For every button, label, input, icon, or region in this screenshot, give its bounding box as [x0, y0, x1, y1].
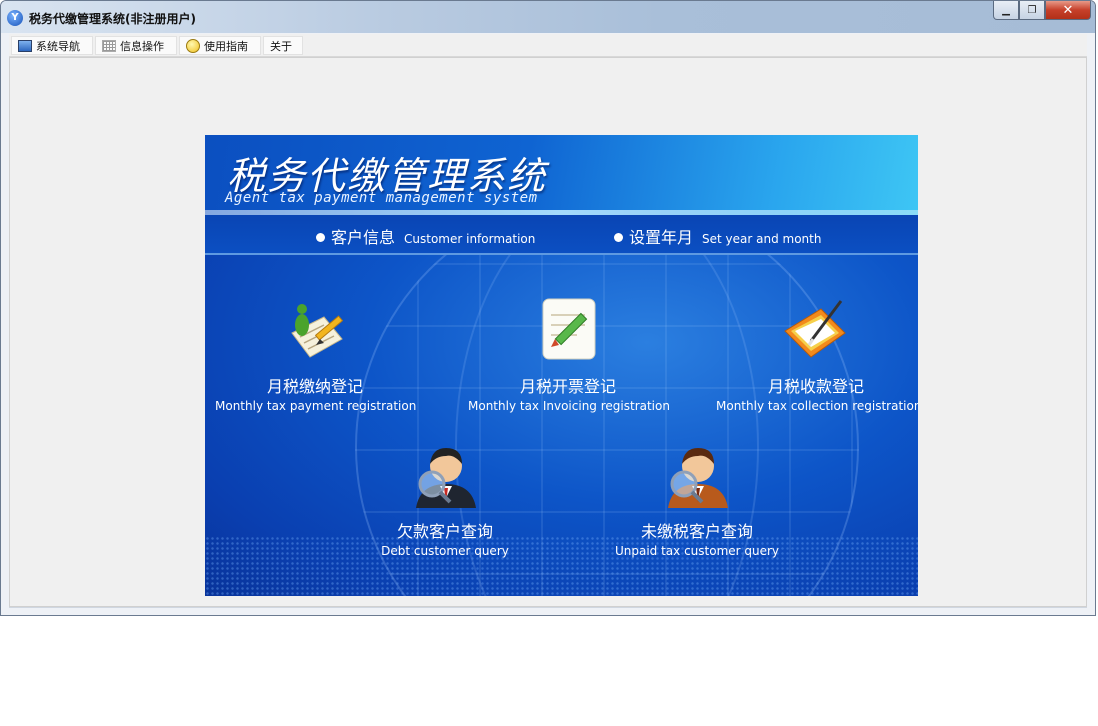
menu-item-info-ops[interactable]: 信息操作 [95, 36, 177, 55]
menu-label: 系统导航 [36, 39, 80, 53]
banner-header: 税务代缴管理系统 Agent tax payment management sy… [205, 135, 918, 215]
debt-customer-search-icon [410, 440, 480, 510]
payment-register-icon [280, 295, 350, 365]
set-year-month-link[interactable]: 设置年月 Set year and month [614, 224, 821, 248]
status-bar [9, 607, 1087, 613]
restore-button[interactable]: ❐ [1019, 1, 1045, 20]
app-logo-icon: Y [7, 10, 23, 26]
tile-en-label: Monthly tax payment registration [215, 399, 417, 413]
tile-en-label: Monthly tax collection registration [716, 399, 918, 413]
tile-payment-registration[interactable]: 月税缴纳登记 Monthly tax payment registration [215, 295, 417, 413]
customer-info-link[interactable]: 客户信息 Customer information [316, 224, 535, 248]
tile-cn-label: 月税缴纳登记 [266, 377, 363, 396]
main-banner: 税务代缴管理系统 Agent tax payment management sy… [205, 135, 918, 596]
banner-subtitle: Agent tax payment management system [225, 190, 538, 206]
invoice-register-icon [533, 295, 603, 365]
menu-label: 信息操作 [120, 39, 164, 53]
nav-window-icon [18, 39, 32, 52]
menu-bar: 系统导航 信息操作 使用指南 关于 [9, 34, 1087, 57]
collection-register-icon [781, 295, 851, 365]
link-en-label: Customer information [404, 232, 536, 246]
tile-en-label: Unpaid tax customer query [614, 544, 780, 558]
title-bar[interactable]: Y 税务代缴管理系统(非注册用户) ▁ ❐ ✕ [1, 1, 1095, 33]
minimize-button[interactable]: ▁ [993, 1, 1019, 20]
quick-link-bar: 客户信息 Customer information 设置年月 Set year … [205, 215, 918, 255]
link-en-label: Set year and month [702, 232, 822, 246]
link-cn-label: 设置年月 [629, 228, 694, 247]
tile-collection-registration[interactable]: 月税收款登记 Monthly tax collection registrati… [716, 295, 918, 413]
menu-item-about[interactable]: 关于 [263, 36, 303, 55]
link-cn-label: 客户信息 [331, 228, 396, 247]
menu-label: 使用指南 [204, 39, 248, 53]
menu-item-user-guide[interactable]: 使用指南 [179, 36, 261, 55]
app-window: Y 税务代缴管理系统(非注册用户) ▁ ❐ ✕ 系统导航 信息操作 使用指南 关… [0, 0, 1096, 616]
close-button[interactable]: ✕ [1045, 1, 1091, 20]
tile-debt-customer-query[interactable]: 欠款客户查询 Debt customer query [345, 440, 545, 558]
grid-icon [102, 39, 116, 52]
bullet-icon [316, 233, 325, 242]
tile-cn-label: 月税开票登记 [519, 377, 616, 396]
tile-en-label: Debt customer query [381, 544, 509, 558]
tile-cn-label: 欠款客户查询 [396, 522, 493, 541]
tile-invoicing-registration[interactable]: 月税开票登记 Monthly tax Invoicing registratio… [468, 295, 670, 413]
bullet-icon [614, 233, 623, 242]
menu-label: 关于 [270, 39, 292, 53]
tile-en-label: Monthly tax Invoicing registration [468, 399, 670, 413]
menu-item-system-nav[interactable]: 系统导航 [11, 36, 93, 55]
tile-unpaid-tax-customer-query[interactable]: 未缴税客户查询 Unpaid tax customer query [597, 440, 797, 558]
window-controls: ▁ ❐ ✕ [993, 1, 1091, 21]
smiley-icon [186, 38, 200, 53]
tile-cn-label: 未缴税客户查询 [640, 522, 753, 541]
window-title: 税务代缴管理系统(非注册用户) [29, 12, 196, 26]
pixel-pattern [205, 536, 918, 596]
unpaid-customer-search-icon [662, 440, 732, 510]
tile-cn-label: 月税收款登记 [767, 377, 864, 396]
